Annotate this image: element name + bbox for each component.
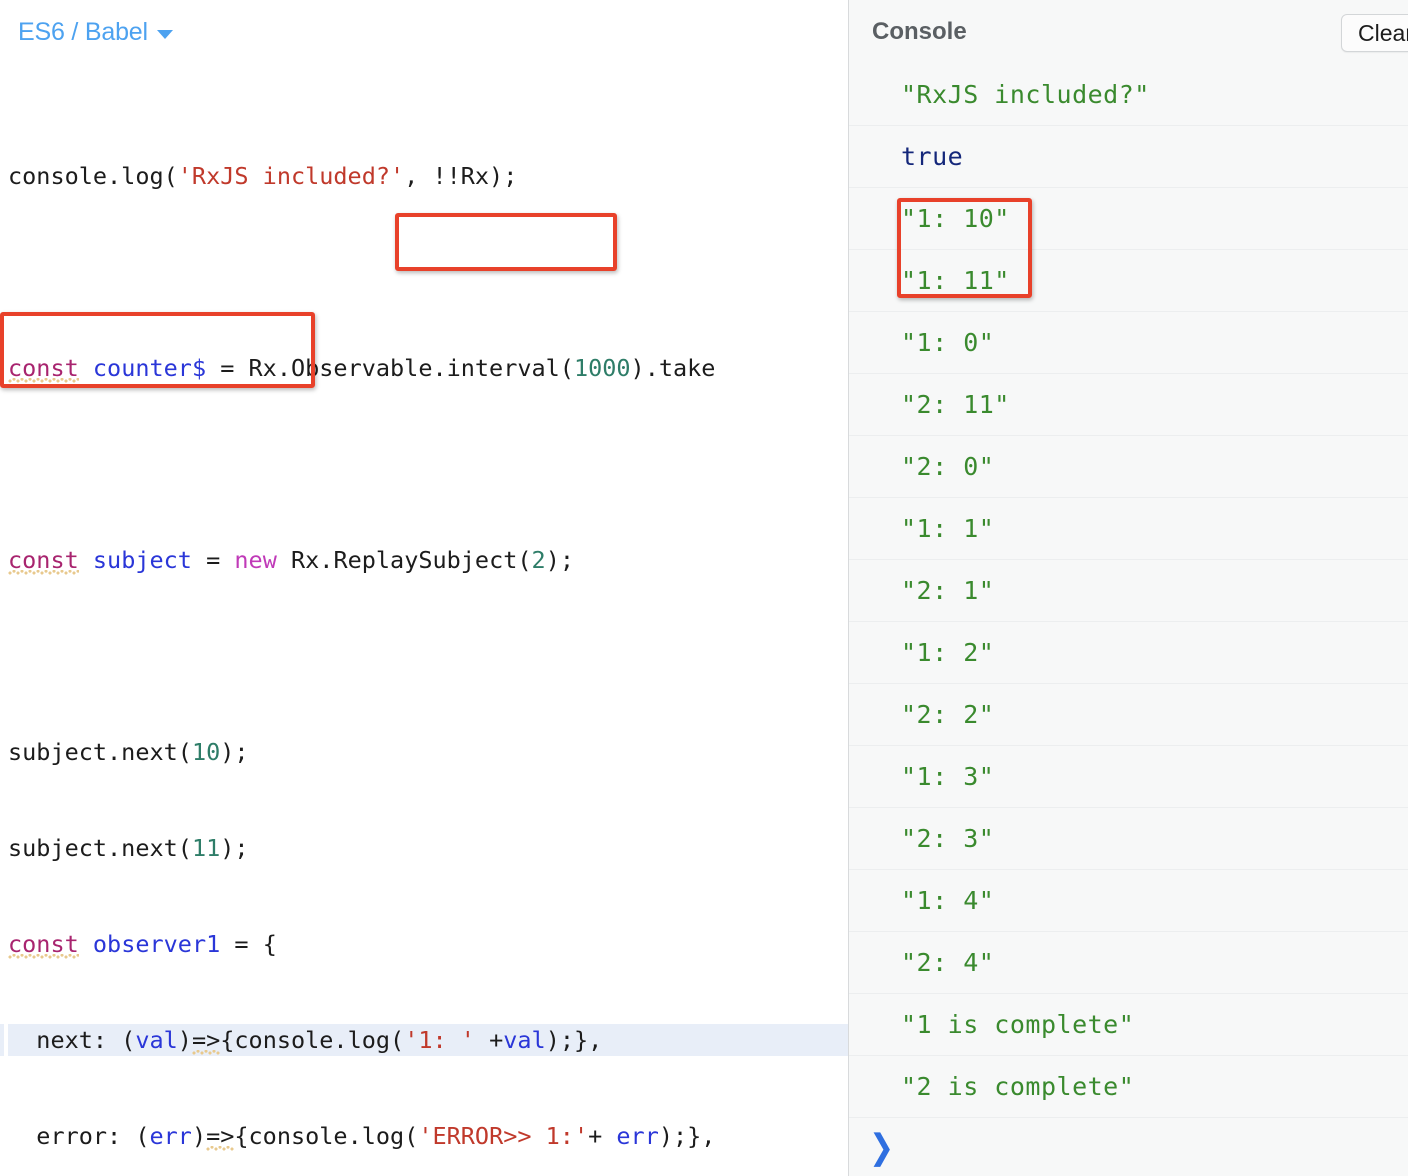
console-row[interactable]: "2: 4" bbox=[849, 932, 1408, 994]
code-playground-window: ES6 / Babel console.log('RxJS included?'… bbox=[0, 0, 1408, 1176]
console-row[interactable]: "1: 3" bbox=[849, 746, 1408, 808]
console-header: Console Clear bbox=[849, 0, 1408, 64]
console-row[interactable]: "2 is complete" bbox=[849, 1056, 1408, 1118]
console-row[interactable]: "2: 0" bbox=[849, 436, 1408, 498]
console-row[interactable]: "1: 4" bbox=[849, 870, 1408, 932]
console-row[interactable]: "2: 3" bbox=[849, 808, 1408, 870]
chevron-down-icon bbox=[156, 29, 173, 39]
console-row[interactable]: "2: 1" bbox=[849, 560, 1408, 622]
console-row[interactable]: "1 is complete" bbox=[849, 994, 1408, 1056]
language-selector[interactable]: ES6 / Babel bbox=[0, 0, 848, 64]
console-row[interactable]: "1: 10" bbox=[849, 188, 1408, 250]
code-line-11: error: (err)=>{console.log('ERROR>> 1:'+… bbox=[8, 1122, 716, 1150]
console-input-prompt[interactable]: ❯ bbox=[849, 1118, 1408, 1176]
console-row[interactable]: "1: 11" bbox=[849, 250, 1408, 312]
clear-console-button[interactable]: Clear bbox=[1341, 14, 1408, 52]
editor-pane: ES6 / Babel console.log('RxJS included?'… bbox=[0, 0, 848, 1176]
console-row[interactable]: true bbox=[849, 126, 1408, 188]
console-row[interactable]: "1: 1" bbox=[849, 498, 1408, 560]
console-row[interactable]: "RxJS included?" bbox=[849, 64, 1408, 126]
console-output-list: "RxJS included?" true "1: 10" "1: 11" "1… bbox=[849, 64, 1408, 1118]
code-line-5: const subject = new Rx.ReplaySubject(2); bbox=[8, 546, 574, 574]
console-row[interactable]: "2: 11" bbox=[849, 374, 1408, 436]
console-pane: Console Clear "RxJS included?" true "1: … bbox=[849, 0, 1408, 1176]
code-line-3: const counter$ = Rx.Observable.interval(… bbox=[8, 354, 716, 382]
chevron-right-icon: ❯ bbox=[869, 1126, 895, 1168]
language-selector-label: ES6 / Babel bbox=[18, 17, 148, 46]
code-line-1: console.log('RxJS included?', !!Rx); bbox=[8, 162, 518, 190]
code-line-7: subject.next(10); bbox=[8, 738, 249, 766]
code-line-10: next: (val)=>{console.log('1: ' +val);}, bbox=[0, 1024, 848, 1056]
code-line-8: subject.next(11); bbox=[8, 834, 249, 862]
code-editor[interactable]: console.log('RxJS included?', !!Rx); con… bbox=[0, 64, 848, 1176]
console-title: Console bbox=[872, 18, 967, 45]
code-line-9: const observer1 = { bbox=[8, 930, 277, 958]
console-row[interactable]: "2: 2" bbox=[849, 684, 1408, 746]
console-row[interactable]: "1: 2" bbox=[849, 622, 1408, 684]
console-row[interactable]: "1: 0" bbox=[849, 312, 1408, 374]
